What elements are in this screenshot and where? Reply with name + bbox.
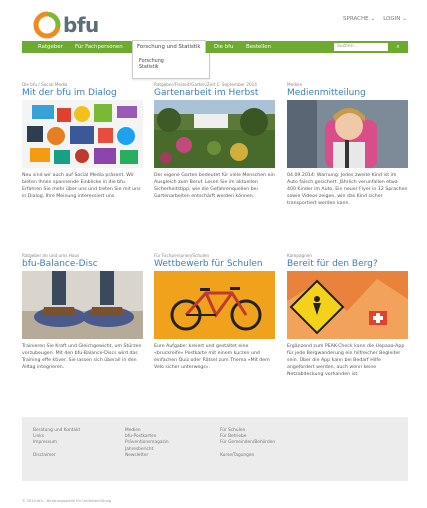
nav-item-bestellen[interactable]: Bestellen [246, 41, 271, 53]
card-title[interactable]: bfu-Balance-Disc [22, 259, 143, 271]
school-contest-illustration [154, 271, 275, 339]
card-garden: Ratgeber/Freizeit/Garten/Zeit 1. Septemb… [154, 82, 275, 201]
search-input[interactable]: Suchen... [334, 43, 388, 51]
card-title[interactable]: Medienmitteilung [287, 88, 408, 100]
chevron-down-icon: ⌄ [402, 16, 407, 22]
language-link[interactable]: SPRACHE ⌄ [343, 16, 375, 22]
card-mountain: Kampagnen Bereit für den Berg? Ergänzend… [287, 253, 408, 379]
card-title[interactable]: Gartenarbeit im Herbst [154, 88, 275, 100]
footer-column-2: Medien bfu-Postkarten Präventionsmagazin… [125, 428, 169, 459]
bfu-logo-icon [33, 11, 61, 39]
garden-photo [154, 100, 275, 168]
forschung-dropdown: Forschung Statistik [132, 53, 210, 79]
footer-link-kurse[interactable]: Kurse/Tagungen [220, 453, 275, 459]
footer-link-newsletter[interactable]: Newsletter [125, 453, 169, 459]
card-text: 04.09.2014: Warnung: Jedes zweite Kind i… [287, 173, 408, 206]
balance-disc-photo [22, 271, 143, 339]
search-icon[interactable]: ⌕ [393, 42, 403, 52]
card-text: Der eigene Garten bedeutet für viele Men… [154, 173, 275, 199]
garden-image[interactable] [154, 100, 275, 168]
top-links: SPRACHE ⌄ LOGIN ⌄ [343, 16, 407, 22]
card-social-media: Die bfu / Social Media Mit der bfu im Di… [22, 82, 143, 201]
social-media-illustration [22, 100, 143, 168]
footer-column-3: Für Schulen Für Betriebe Für Gemeinden/B… [220, 428, 275, 459]
school-contest-image[interactable] [154, 271, 275, 339]
footer-column-1: Beratung und Kontakt Links Impressum Dis… [33, 428, 80, 459]
card-text: Ergänzend zum PEAK-Check kann die Uepaaa… [287, 344, 405, 377]
card-title[interactable]: Mit der bfu im Dialog [22, 88, 143, 100]
card-text: Trainieren Sie Kraft und Gleichgewicht, … [22, 344, 142, 370]
card-title[interactable]: Wettbewerb für Schulen [154, 259, 275, 271]
footer: Beratung und Kontakt Links Impressum Dis… [22, 417, 408, 481]
nav-item-fachpersonen[interactable]: Für Fachpersonen [75, 41, 123, 53]
balance-disc-image[interactable] [22, 271, 143, 339]
chevron-down-icon: ⌄ [370, 16, 376, 22]
nav-item-die-bfu[interactable]: Die bfu [214, 41, 233, 53]
mountain-sign-photo [287, 271, 408, 339]
bfu-logo[interactable]: bfu [33, 11, 113, 41]
card-text: Eure Aufgabe: kreiert und gestaltet eine… [154, 344, 270, 370]
brand-name: bfu [63, 13, 99, 37]
card-text: Neu sind wir auch auf Social Media präse… [22, 173, 141, 199]
dropdown-item-statistik[interactable]: Statistik [133, 65, 209, 71]
copyright-text: © 2014 bfu – Beratungsstelle für Unfallv… [22, 499, 112, 503]
footer-link-gemeinden[interactable]: Für Gemeinden/Behörden [220, 440, 275, 446]
login-label: LOGIN [383, 16, 401, 22]
language-label: SPRACHE [343, 16, 369, 22]
card-balance-disc: Ratgeber Im und ums Haus bfu-Balance-Dis… [22, 253, 143, 372]
nav-item-forschung[interactable]: Forschung und Statistik [132, 40, 206, 53]
card-title[interactable]: Bereit für den Berg? [287, 259, 408, 271]
mountain-sign-image[interactable] [287, 271, 408, 339]
login-link[interactable]: LOGIN ⌄ [383, 16, 407, 22]
main-nav: Ratgeber Für Fachpersonen Forschung und … [22, 40, 408, 53]
card-media: Medien Medienmitteilung 04.09.2014: Warn… [287, 82, 408, 208]
nav-item-ratgeber[interactable]: Ratgeber [38, 41, 63, 53]
child-car-seat-photo [287, 100, 408, 168]
footer-link-magazin[interactable]: Präventionsmagazin [125, 440, 169, 446]
footer-link-disclaimer[interactable]: Disclaimer [33, 453, 80, 459]
child-car-seat-image[interactable] [287, 100, 408, 168]
card-school-contest: Für Fachpersonen/Schulen Wettbewerb für … [154, 253, 275, 372]
social-media-image[interactable] [22, 100, 143, 168]
